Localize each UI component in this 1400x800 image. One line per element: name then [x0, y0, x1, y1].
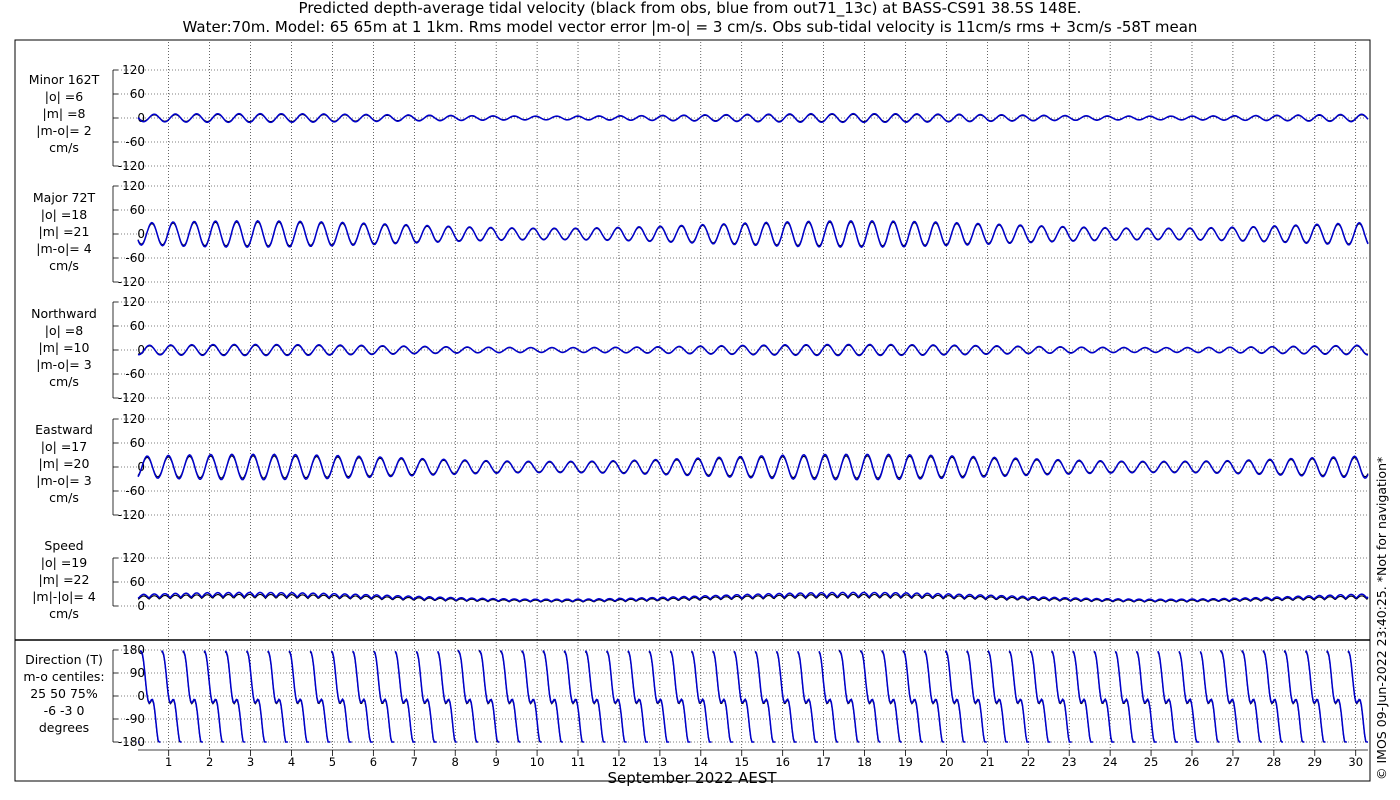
x-tick-label: 28 — [1267, 755, 1282, 769]
panel-label-line: |o| =8 — [45, 323, 84, 338]
y-tick-label: -120 — [118, 508, 145, 522]
copyright-note: © IMOS 09-Jun-2022 23:40:25. *Not for na… — [1374, 457, 1389, 780]
y-tick-label: -120 — [118, 275, 145, 289]
panel-label-line: |m-o|= 3 — [36, 473, 91, 488]
panel-label-line: cm/s — [49, 140, 79, 155]
panel-label-line: |o| =6 — [45, 89, 84, 104]
x-tick-label: 7 — [411, 755, 418, 769]
x-tick-label: 21 — [980, 755, 995, 769]
y-tick-label: 0 — [137, 227, 145, 241]
x-tick-label: 10 — [530, 755, 545, 769]
x-tick-label: 26 — [1185, 755, 1200, 769]
y-tick-label: 0 — [137, 689, 145, 703]
title-line-2: Water:70m. Model: 65 65m at 1 1km. Rms m… — [183, 18, 1198, 36]
x-tick-label: 6 — [370, 755, 377, 769]
y-tick-label: 120 — [122, 63, 145, 77]
panel-label-line: Speed — [44, 538, 83, 553]
y-tick-label: 60 — [130, 319, 145, 333]
panel-label-line: cm/s — [49, 374, 79, 389]
y-tick-label: -60 — [125, 135, 145, 149]
x-tick-label: 16 — [775, 755, 790, 769]
x-tick-label: 17 — [816, 755, 831, 769]
x-tick-label: 30 — [1348, 755, 1363, 769]
x-tick-label: 20 — [939, 755, 954, 769]
y-tick-label: -60 — [125, 484, 145, 498]
x-tick-label: 5 — [329, 755, 336, 769]
y-tick-label: -90 — [125, 712, 145, 726]
x-tick-label: 15 — [734, 755, 749, 769]
y-tick-label: -120 — [118, 159, 145, 173]
y-tick-label: 90 — [130, 666, 145, 680]
y-tick-label: 120 — [122, 179, 145, 193]
x-axis-label: September 2022 AEST — [607, 769, 777, 787]
y-tick-label: 120 — [122, 551, 145, 565]
x-tick-label: 4 — [288, 755, 295, 769]
panel-label-line: |m-o|= 3 — [36, 357, 91, 372]
y-tick-label: 60 — [130, 575, 145, 589]
x-tick-label: 24 — [1103, 755, 1118, 769]
title-line-1: Predicted depth-average tidal velocity (… — [299, 0, 1082, 18]
x-tick-label: 14 — [693, 755, 708, 769]
panel-label-line: |m| =21 — [39, 224, 90, 239]
x-tick-label: 3 — [247, 755, 254, 769]
panel-label-line: cm/s — [49, 258, 79, 273]
panel-label-line: m-o centiles: — [23, 669, 104, 684]
y-tick-label: 0 — [137, 599, 145, 613]
panel-label-line: -6 -3 0 — [44, 703, 85, 718]
x-tick-label: 8 — [452, 755, 459, 769]
y-tick-label: 120 — [122, 412, 145, 426]
x-tick-label: 18 — [857, 755, 872, 769]
y-tick-label: 60 — [130, 87, 145, 101]
x-tick-label: 25 — [1144, 755, 1159, 769]
x-tick-label: 29 — [1307, 755, 1322, 769]
panel-label-line: Major 72T — [33, 190, 96, 205]
x-tick-label: 13 — [653, 755, 668, 769]
panel-label-line: |o| =19 — [41, 555, 87, 570]
x-tick-label: 27 — [1226, 755, 1241, 769]
panel-label-line: Northward — [31, 306, 97, 321]
y-tick-label: -60 — [125, 367, 145, 381]
panel-label-line: |m| =20 — [39, 456, 90, 471]
panel-label-line: |m-o|= 2 — [36, 123, 91, 138]
y-tick-label: 120 — [122, 295, 145, 309]
x-tick-label: 11 — [571, 755, 586, 769]
panel-label-line: |m| =10 — [39, 340, 90, 355]
y-tick-label: -60 — [125, 251, 145, 265]
x-tick-label: 23 — [1062, 755, 1077, 769]
y-tick-label: 60 — [130, 203, 145, 217]
panel-label-line: Minor 162T — [29, 72, 100, 87]
y-tick-label: -120 — [118, 391, 145, 405]
x-tick-label: 12 — [612, 755, 627, 769]
panel-label-line: |m|-|o|= 4 — [32, 589, 96, 604]
y-tick-label: 60 — [130, 436, 145, 450]
x-tick-label: 2 — [206, 755, 213, 769]
x-tick-label: 19 — [898, 755, 913, 769]
x-tick-label: 1 — [165, 755, 172, 769]
x-tick-label: 9 — [492, 755, 499, 769]
panel-label-line: |m-o|= 4 — [36, 241, 91, 256]
panel-label-line: |o| =17 — [41, 439, 87, 454]
panel-label-line: cm/s — [49, 606, 79, 621]
tidal-velocity-figure: Predicted depth-average tidal velocity (… — [0, 0, 1400, 800]
panel-label-line: |o| =18 — [41, 207, 87, 222]
x-tick-label: 22 — [1021, 755, 1036, 769]
panel-label-line: degrees — [39, 720, 89, 735]
panel-label-line: cm/s — [49, 490, 79, 505]
panel-label-line: |m| =22 — [39, 572, 90, 587]
panel-label-line: |m| =8 — [43, 106, 86, 121]
panel-label-line: 25 50 75% — [30, 686, 98, 701]
y-tick-label: -180 — [118, 735, 145, 749]
panel-label-line: Eastward — [35, 422, 93, 437]
y-tick-label: 180 — [122, 643, 145, 657]
panel-label-line: Direction (T) — [25, 652, 103, 667]
